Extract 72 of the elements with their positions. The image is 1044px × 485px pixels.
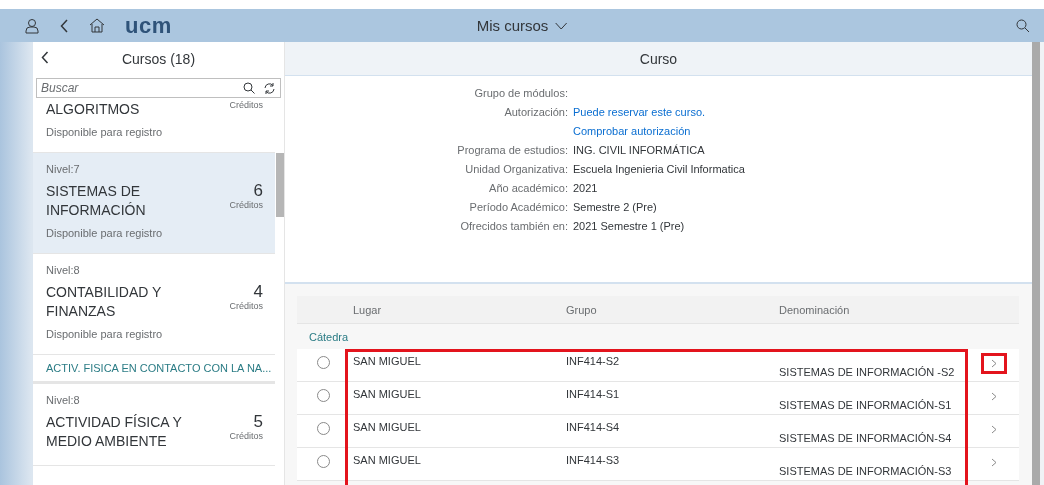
field-label: Autorización: [503, 105, 568, 119]
field-value: 2021 Semestre 1 (Pre) [573, 219, 686, 233]
logo[interactable]: ucm [125, 14, 172, 37]
refresh-icon[interactable] [263, 81, 276, 95]
link[interactable]: Puede reservar este curso. [573, 105, 1032, 119]
table-cell-text: INF414-S4 [566, 420, 621, 435]
home-button[interactable] [89, 18, 105, 33]
course-item[interactable]: ALGORITMOS Créditos Disponible para registro [33, 100, 275, 153]
field-label: Unidad Organizativa: [464, 162, 568, 176]
credits-number: 4 [253, 283, 263, 301]
search-button[interactable] [1016, 18, 1030, 33]
chevron-right-icon [991, 359, 997, 368]
table-cell-text: SAN MIGUEL [353, 453, 422, 468]
radio-button[interactable] [317, 422, 330, 435]
course-status: Disponible para registro [46, 227, 164, 239]
column-header: Denominación [779, 303, 851, 316]
field-label: Año académico: [488, 181, 568, 195]
course-item[interactable]: Nivel:7 SISTEMAS DE INFORMACIÓN 6 Créditos Disponible para registro [33, 153, 275, 254]
table-cell-text: INF414-S2 [566, 354, 621, 369]
course-level: Nivel:8 [46, 394, 81, 406]
credits-label: Créditos [229, 431, 263, 441]
search-icon[interactable] [243, 82, 255, 94]
credits-number: 5 [253, 413, 263, 431]
detail-title: Curso [285, 42, 1032, 76]
back-button[interactable] [60, 18, 69, 33]
table-cell-text: SISTEMAS DE INFORMACIÓN -S2 [779, 365, 956, 380]
course-level: Nivel:8 [46, 264, 81, 276]
row-navigation-button[interactable] [981, 353, 1007, 374]
user-button[interactable] [24, 17, 40, 34]
table-cell-text: SISTEMAS DE INFORMACIÓN-S3 [779, 464, 953, 479]
table-cell-text: SAN MIGUEL [353, 420, 422, 435]
field-label: Período Académico: [468, 200, 568, 214]
column-header: Grupo [566, 303, 598, 316]
course-status: Disponible para registro [46, 328, 164, 340]
table-cell-text: SISTEMAS DE INFORMACIÓN-S4 [779, 431, 953, 446]
group-row: Cátedra [297, 324, 1019, 349]
back-button[interactable] [41, 51, 49, 64]
course-title: CONTABILIDAD Y FINANZAS [46, 283, 163, 321]
field-value: Semestre 2 (Pre) [573, 200, 658, 214]
scrollbar[interactable] [276, 153, 284, 217]
panel-title: Cursos (18) [121, 51, 196, 67]
table-cell-text: INF414-S1 [566, 387, 621, 402]
credits-number: 6 [253, 182, 263, 200]
course-title: ALGORITMOS [46, 100, 141, 119]
title-menu-button[interactable]: Mis cursos [472, 15, 572, 36]
chevron-right-icon [991, 458, 997, 467]
chevron-right-icon [991, 392, 997, 401]
field-value: Escuela Ingenieria Civil Informatica [573, 162, 746, 176]
course-status: Disponible para registro [46, 126, 164, 138]
credits-label: Créditos [229, 100, 263, 110]
search-field[interactable]: Buscar [36, 78, 281, 98]
link[interactable]: Comprobar autorización [573, 124, 1032, 138]
course-title: SISTEMAS DE INFORMACIÓN [46, 182, 147, 220]
table-cell-text: SAN MIGUEL [353, 354, 422, 369]
table-cell-text: SAN MIGUEL [353, 387, 422, 402]
field-value: 2021 [573, 181, 599, 195]
course-title: ACTIVIDAD FÍSICA Y MEDIO AMBIENTE [46, 413, 183, 451]
course-level: Nivel:7 [46, 163, 81, 175]
field-label: Programa de estudios: [456, 143, 568, 157]
radio-button[interactable] [317, 455, 330, 468]
column-header: Lugar [353, 303, 383, 316]
radio-button[interactable] [317, 356, 330, 369]
field-label: Ofrecidos también en: [459, 219, 568, 233]
table-cell-text: INF414-S3 [566, 453, 621, 468]
field-label: Grupo de módulos: [473, 86, 568, 100]
credits-label: Créditos [229, 200, 263, 210]
credits-label: Créditos [229, 301, 263, 311]
field-value: ING. CIVIL INFORMÁTICA [573, 143, 706, 157]
chevron-down-icon [554, 21, 568, 30]
chevron-right-icon [991, 425, 997, 434]
radio-button[interactable] [317, 389, 330, 402]
table-cell-text: SISTEMAS DE INFORMACIÓN-S1 [779, 398, 953, 413]
